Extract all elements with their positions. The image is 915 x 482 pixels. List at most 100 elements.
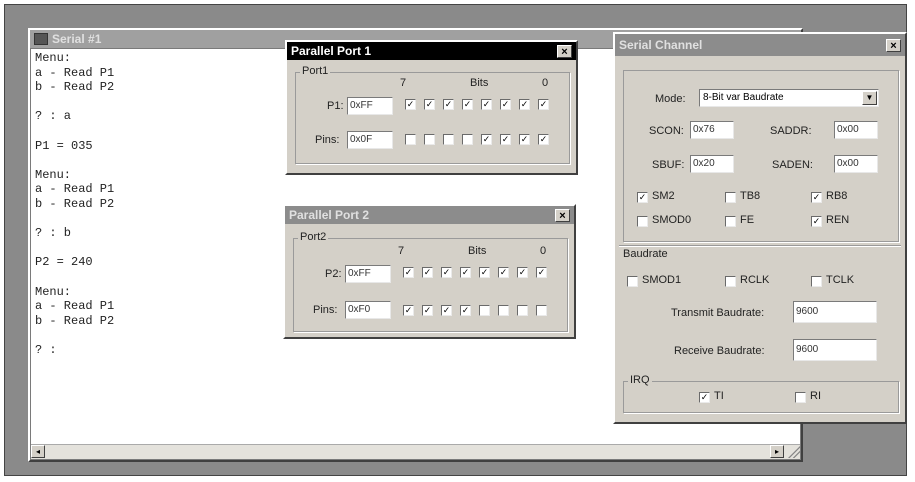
tb8-label: TB8 <box>740 190 761 202</box>
pp1-pins-bit-1-checkbox[interactable]: ✓ <box>519 134 530 145</box>
mode-value: 8-Bit var Baudrate <box>703 92 784 103</box>
pp2-pins-bit-3-checkbox[interactable] <box>479 305 490 316</box>
pp1-p-bit-0-checkbox[interactable]: ✓ <box>538 99 549 110</box>
pp1-p-bit-3-checkbox[interactable]: ✓ <box>481 99 492 110</box>
chevron-down-icon[interactable]: ▼ <box>862 91 877 105</box>
pp2-titlebar[interactable]: Parallel Port 2 × <box>285 206 574 224</box>
pp1-bit-hi: 7 <box>400 77 407 89</box>
pp2-bit-hi: 7 <box>398 245 405 257</box>
rb8-checkbox[interactable]: ✓ <box>811 192 822 203</box>
pp2-p-bit-0-checkbox[interactable]: ✓ <box>536 267 547 278</box>
pp1-port-group <box>295 72 570 164</box>
pp2-p-bit-7-checkbox[interactable]: ✓ <box>403 267 414 278</box>
pp2-pins-bit-6-checkbox[interactable]: ✓ <box>422 305 433 316</box>
pp2-pins-label: Pins: <box>313 304 338 316</box>
saden-field[interactable]: 0x00 <box>834 155 878 173</box>
scon-field[interactable]: 0x76 <box>690 121 734 139</box>
sbuf-label: SBUF: <box>652 159 685 171</box>
pp2-pins-field[interactable]: 0xF0 <box>345 301 391 319</box>
rclk-label: RCLK <box>740 274 770 286</box>
pp1-pins-bit-0-checkbox[interactable]: ✓ <box>538 134 549 145</box>
fe-checkbox[interactable] <box>725 216 736 227</box>
pp1-p-bit-6-checkbox[interactable]: ✓ <box>424 99 435 110</box>
pp1-pins-bit-2-checkbox[interactable]: ✓ <box>500 134 511 145</box>
sc-title: Serial Channel <box>619 38 703 52</box>
pp1-group-label: Port1 <box>300 65 331 77</box>
tclk-label: TCLK <box>826 274 855 286</box>
pp1-p-bit-1-checkbox[interactable]: ✓ <box>519 99 530 110</box>
pp1-p-label: P1: <box>327 100 344 112</box>
pp1-pins-bit-6-checkbox[interactable] <box>424 134 435 145</box>
smod0-label: SMOD0 <box>652 214 692 226</box>
pp1-close-button[interactable]: × <box>557 44 572 58</box>
pp1-pins-field[interactable]: 0x0F <box>347 131 393 149</box>
pp1-p-bit-7-checkbox[interactable]: ✓ <box>405 99 416 110</box>
pp2-bit-lo: 0 <box>540 245 547 257</box>
parallel-port-1-window[interactable]: Parallel Port 1 × Port1 7 Bits 0 P1: 0xF… <box>285 40 578 175</box>
pp1-titlebar[interactable]: Parallel Port 1 × <box>287 42 576 60</box>
pp2-p-bit-6-checkbox[interactable]: ✓ <box>422 267 433 278</box>
resize-grip-icon[interactable] <box>786 445 800 458</box>
pp1-pins-bit-7-checkbox[interactable] <box>405 134 416 145</box>
sc-close-button[interactable]: × <box>886 38 901 52</box>
smod1-label: SMOD1 <box>642 274 682 286</box>
pp1-title: Parallel Port 1 <box>291 44 372 58</box>
receive-baudrate-label: Receive Baudrate: <box>674 345 765 357</box>
pp2-pins-bit-1-checkbox[interactable] <box>517 305 528 316</box>
mode-select[interactable]: 8-Bit var Baudrate ▼ <box>699 89 879 107</box>
pp1-pins-bit-3-checkbox[interactable]: ✓ <box>481 134 492 145</box>
serial-channel-window[interactable]: Serial Channel × Mode: 8-Bit var Baudrat… <box>613 32 907 424</box>
smod1-checkbox[interactable] <box>627 276 638 287</box>
pp1-bits-label: Bits <box>470 77 489 89</box>
pp2-p-bit-4-checkbox[interactable]: ✓ <box>460 267 471 278</box>
baudrate-separator <box>619 245 901 247</box>
pp2-pins-bit-5-checkbox[interactable]: ✓ <box>441 305 452 316</box>
tclk-checkbox[interactable] <box>811 276 822 287</box>
scroll-left-button[interactable]: ◂ <box>31 445 45 458</box>
pp2-pins-bit-7-checkbox[interactable]: ✓ <box>403 305 414 316</box>
pp2-group-label: Port2 <box>298 231 329 243</box>
pp1-pins-label: Pins: <box>315 134 340 146</box>
pp2-close-button[interactable]: × <box>555 208 570 222</box>
tb8-checkbox[interactable] <box>725 192 736 203</box>
pp2-pins-bit-2-checkbox[interactable] <box>498 305 509 316</box>
saddr-field[interactable]: 0x00 <box>834 121 878 139</box>
sbuf-field[interactable]: 0x20 <box>690 155 734 173</box>
pp1-p-bit-4-checkbox[interactable]: ✓ <box>462 99 473 110</box>
transmit-baudrate-label: Transmit Baudrate: <box>671 307 765 319</box>
pp2-p-bit-1-checkbox[interactable]: ✓ <box>517 267 528 278</box>
pp2-bits-label: Bits <box>468 245 487 257</box>
pp2-pins-bit-4-checkbox[interactable]: ✓ <box>460 305 471 316</box>
sc-titlebar[interactable]: Serial Channel × <box>615 34 905 56</box>
terminal-text: Menu: a - Read P1 b - Read P2 ? : a P1 =… <box>35 51 115 357</box>
rclk-checkbox[interactable] <box>725 276 736 287</box>
pp1-p-bit-2-checkbox[interactable]: ✓ <box>500 99 511 110</box>
pp2-p-bit-3-checkbox[interactable]: ✓ <box>479 267 490 278</box>
horizontal-scrollbar[interactable]: ◂ ▸ <box>31 444 800 459</box>
pp2-p-field[interactable]: 0xFF <box>345 265 391 283</box>
smod0-checkbox[interactable] <box>637 216 648 227</box>
pp1-pins-bit-5-checkbox[interactable] <box>443 134 454 145</box>
pp1-p-bit-5-checkbox[interactable]: ✓ <box>443 99 454 110</box>
parallel-port-2-window[interactable]: Parallel Port 2 × Port2 7 Bits 0 P2: 0xF… <box>283 204 576 339</box>
transmit-baudrate-field[interactable]: 9600 <box>793 301 877 323</box>
pp1-pins-bit-4-checkbox[interactable] <box>462 134 473 145</box>
ti-checkbox[interactable]: ✓ <box>699 392 710 403</box>
receive-baudrate-field[interactable]: 9600 <box>793 339 877 361</box>
ti-label: TI <box>714 390 724 402</box>
ren-checkbox[interactable]: ✓ <box>811 216 822 227</box>
saddr-label: SADDR: <box>770 125 812 137</box>
pp2-pins-bit-0-checkbox[interactable] <box>536 305 547 316</box>
sm2-checkbox[interactable]: ✓ <box>637 192 648 203</box>
pp2-p-bit-2-checkbox[interactable]: ✓ <box>498 267 509 278</box>
irq-group <box>623 381 899 413</box>
baudrate-group-label: Baudrate <box>623 248 668 260</box>
fe-label: FE <box>740 214 755 226</box>
pp2-port-group <box>293 238 568 332</box>
pp1-p-field[interactable]: 0xFF <box>347 97 393 115</box>
pp2-title: Parallel Port 2 <box>289 208 370 222</box>
scon-label: SCON: <box>649 125 684 137</box>
scroll-right-button[interactable]: ▸ <box>770 445 784 458</box>
pp2-p-bit-5-checkbox[interactable]: ✓ <box>441 267 452 278</box>
ri-checkbox[interactable] <box>795 392 806 403</box>
